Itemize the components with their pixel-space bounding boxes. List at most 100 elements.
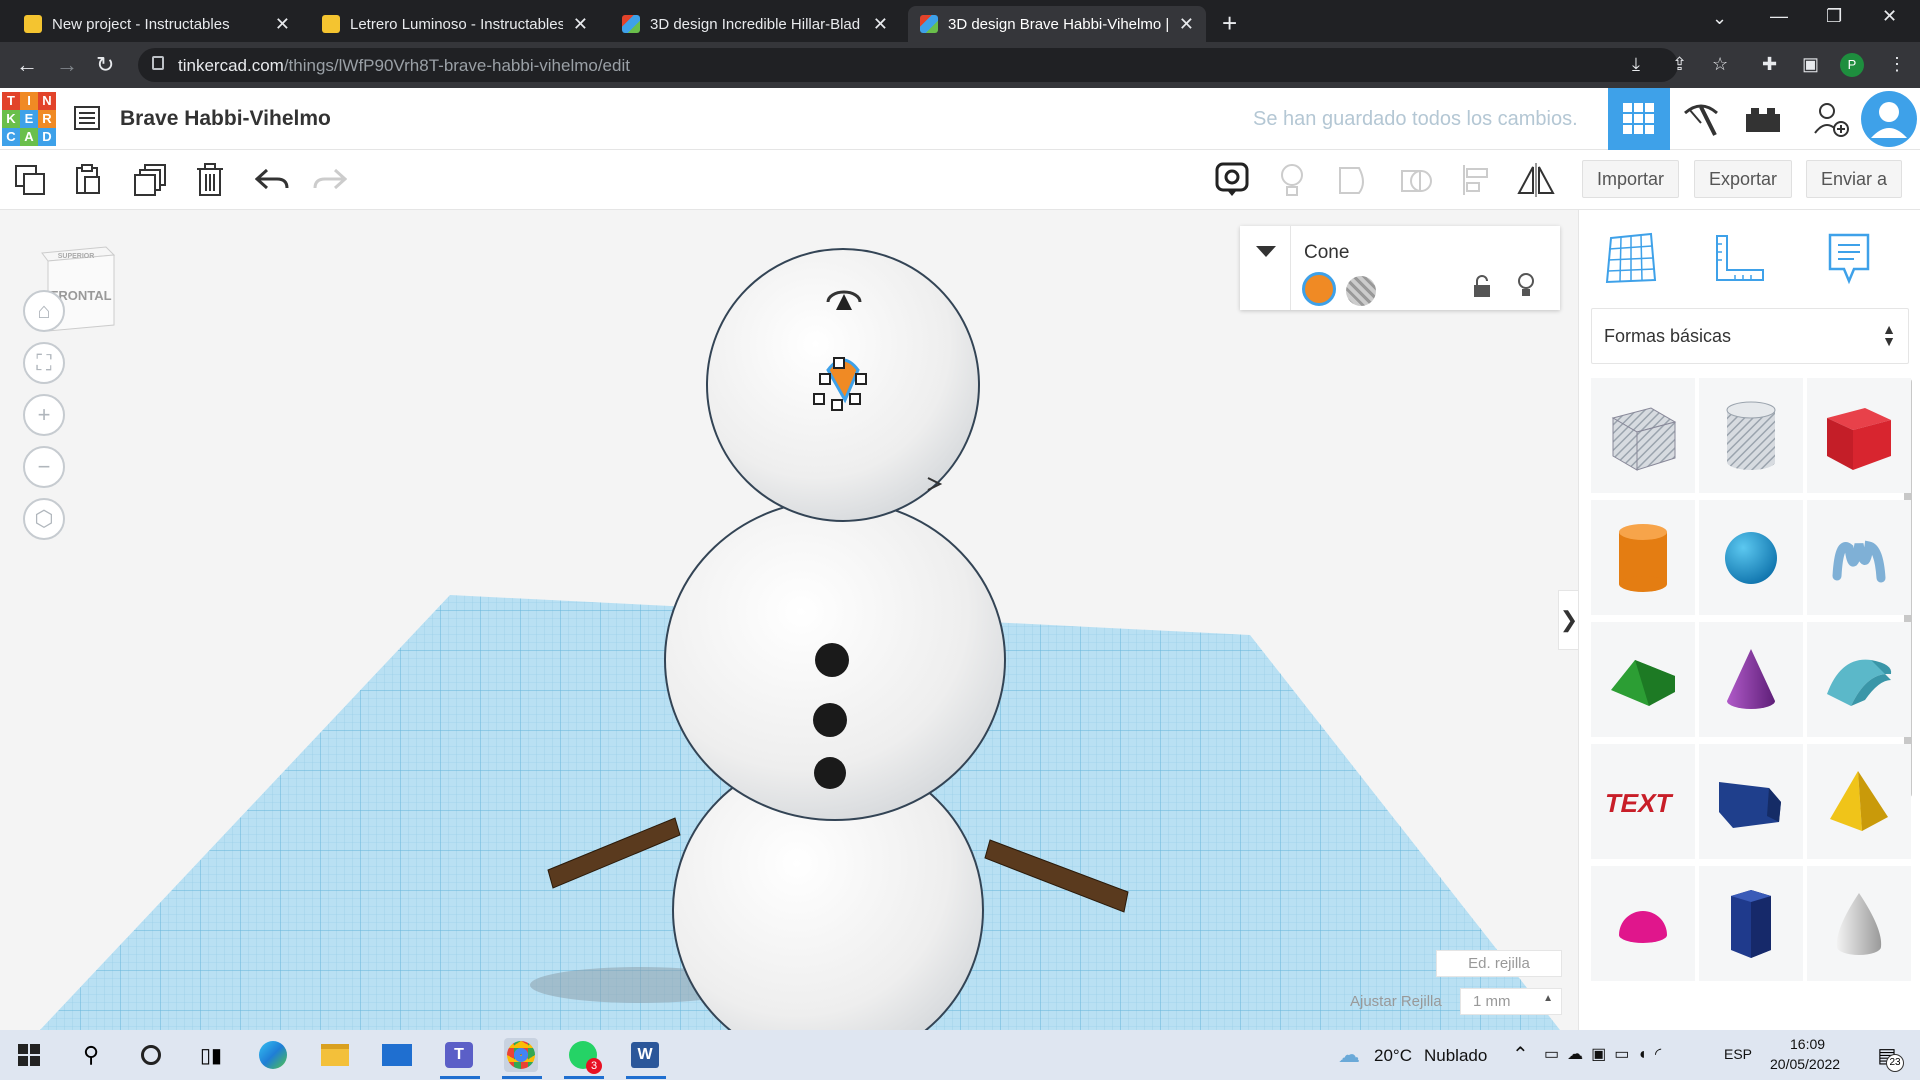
- install-icon[interactable]: ⤓: [1632, 54, 1640, 75]
- weather-temp[interactable]: 20°C: [1374, 1046, 1412, 1066]
- url-field[interactable]: tinkercad.com/things/lWfP90Vrh8T-brave-h…: [138, 48, 1678, 82]
- design-list-icon[interactable]: [74, 105, 100, 131]
- shape-cylinder-hole[interactable]: [1699, 378, 1803, 493]
- bookmark-star-icon[interactable]: ☆: [1712, 54, 1728, 75]
- ungroup-button[interactable]: [1396, 160, 1436, 200]
- cloud-icon[interactable]: ☁: [1332, 1038, 1366, 1072]
- tab-search-icon[interactable]: ⌄: [1712, 8, 1727, 29]
- duplicate-button[interactable]: [130, 160, 170, 200]
- close-tab-icon[interactable]: ✕: [1179, 14, 1194, 35]
- task-view-icon[interactable]: ▯▮: [194, 1038, 228, 1072]
- zoom-in-icon[interactable]: +: [23, 394, 65, 436]
- language-indicator[interactable]: ESP: [1724, 1046, 1752, 1062]
- shape-text[interactable]: TEXT: [1591, 744, 1695, 859]
- side-panel-icon[interactable]: ▣: [1802, 54, 1819, 75]
- shape-paraboloid[interactable]: [1807, 866, 1911, 981]
- copy-button[interactable]: [10, 160, 50, 200]
- edge-icon[interactable]: [256, 1038, 290, 1072]
- mail-icon[interactable]: [380, 1038, 414, 1072]
- shape-category-select[interactable]: Formas básicas ▲ ▼: [1591, 308, 1909, 364]
- maximize-icon[interactable]: ❐: [1826, 6, 1842, 27]
- minimize-icon[interactable]: —: [1770, 6, 1788, 27]
- weather-desc[interactable]: Nublado: [1424, 1046, 1487, 1066]
- profile-avatar[interactable]: P: [1840, 53, 1864, 77]
- show-all-button[interactable]: [1272, 160, 1312, 200]
- delete-button[interactable]: [190, 160, 230, 200]
- shape-polygon[interactable]: [1699, 866, 1803, 981]
- shape-pyramid[interactable]: [1807, 744, 1911, 859]
- browser-tab-active[interactable]: 3D design Brave Habbi-Vihelmo | ✕: [908, 6, 1206, 42]
- solid-color-button[interactable]: [1302, 272, 1336, 306]
- browser-tab[interactable]: 3D design Incredible Hillar-Blad | ✕: [610, 6, 900, 42]
- 3d-viewport[interactable]: SUPERIOR FRONTAL ⌂ ⛶ + − ⬡ Cone Ed. reji…: [0, 210, 1578, 1030]
- chevron-up-icon[interactable]: ⌃: [1512, 1042, 1529, 1067]
- align-button[interactable]: [1456, 160, 1496, 200]
- shape-roof[interactable]: [1591, 622, 1695, 737]
- export-button[interactable]: Exportar: [1694, 160, 1793, 198]
- shape-sphere[interactable]: [1699, 500, 1803, 615]
- extensions-icon[interactable]: ✚: [1762, 54, 1777, 75]
- undo-button[interactable]: [252, 160, 292, 200]
- user-avatar[interactable]: [1858, 88, 1920, 150]
- shape-box[interactable]: [1807, 378, 1911, 493]
- forward-icon[interactable]: →: [56, 52, 78, 78]
- invite-user-button[interactable]: [1800, 88, 1862, 150]
- ruler-tab[interactable]: [1709, 228, 1769, 288]
- zoom-out-icon[interactable]: −: [23, 446, 65, 488]
- shape-cylinder[interactable]: [1591, 500, 1695, 615]
- cortana-icon[interactable]: [134, 1038, 168, 1072]
- snap-grid-select[interactable]: 1 mm ▲: [1460, 988, 1562, 1015]
- clock-time[interactable]: 16:09: [1790, 1036, 1825, 1052]
- chrome-icon[interactable]: [504, 1038, 538, 1072]
- whatsapp-icon[interactable]: 3: [566, 1038, 602, 1074]
- close-tab-icon[interactable]: ✕: [873, 14, 888, 35]
- blocks-view-button[interactable]: [1670, 88, 1732, 150]
- workplane-tab[interactable]: [1601, 228, 1661, 288]
- collapse-inspector-icon[interactable]: [1256, 246, 1276, 257]
- tinkercad-logo[interactable]: T I N K E R C A D: [2, 92, 56, 146]
- bricks-view-button[interactable]: [1732, 88, 1794, 150]
- file-explorer-icon[interactable]: [318, 1038, 352, 1072]
- mirror-button[interactable]: [1516, 160, 1556, 200]
- notes-tab[interactable]: [1819, 228, 1879, 288]
- visibility-lightbulb-icon[interactable]: [1516, 272, 1536, 298]
- coal-button[interactable]: [814, 757, 846, 789]
- share-icon[interactable]: ⇪: [1672, 54, 1687, 75]
- edit-grid-button[interactable]: Ed. rejilla: [1436, 950, 1562, 977]
- clock-date[interactable]: 20/05/2022: [1770, 1056, 1840, 1072]
- perspective-icon[interactable]: ⬡: [23, 498, 65, 540]
- reload-icon[interactable]: ↻: [96, 52, 114, 78]
- coal-button[interactable]: [813, 703, 847, 737]
- shape-box-hole[interactable]: [1591, 378, 1695, 493]
- shape-scribble[interactable]: [1807, 500, 1911, 615]
- shape-cone[interactable]: [1699, 622, 1803, 737]
- close-tab-icon[interactable]: ✕: [573, 14, 588, 35]
- fit-view-icon[interactable]: ⛶: [23, 342, 65, 384]
- redo-button[interactable]: [310, 160, 350, 200]
- teams-icon[interactable]: T: [442, 1038, 476, 1072]
- notes-button[interactable]: [1212, 160, 1252, 200]
- import-button[interactable]: Importar: [1582, 160, 1680, 198]
- close-tab-icon[interactable]: ✕: [275, 14, 290, 35]
- home-view-icon[interactable]: ⌂: [23, 290, 65, 332]
- new-tab-icon[interactable]: +: [1222, 8, 1237, 39]
- browser-menu-icon[interactable]: ⋮: [1888, 54, 1906, 75]
- group-button[interactable]: [1334, 160, 1374, 200]
- browser-tab[interactable]: New project - Instructables ✕: [12, 6, 302, 42]
- design-title[interactable]: Brave Habbi-Vihelmo: [120, 107, 331, 131]
- paste-button[interactable]: [68, 160, 108, 200]
- coal-button[interactable]: [815, 643, 849, 677]
- shape-wedge[interactable]: [1699, 744, 1803, 859]
- hole-button[interactable]: [1346, 276, 1376, 306]
- collapse-panel-icon[interactable]: ❯: [1558, 590, 1580, 650]
- start-button[interactable]: [12, 1038, 46, 1072]
- 3d-design-view-button[interactable]: [1608, 88, 1670, 150]
- notifications-icon[interactable]: ▤ 23: [1870, 1038, 1904, 1072]
- browser-tab[interactable]: Letrero Luminoso - Instructables ✕: [310, 6, 600, 42]
- close-window-icon[interactable]: ✕: [1882, 6, 1897, 27]
- shape-half-sphere[interactable]: [1591, 866, 1695, 981]
- shape-round-roof[interactable]: [1807, 622, 1911, 737]
- search-icon[interactable]: ⚲: [74, 1038, 108, 1072]
- word-icon[interactable]: W: [628, 1038, 662, 1072]
- send-to-button[interactable]: Enviar a: [1806, 160, 1903, 198]
